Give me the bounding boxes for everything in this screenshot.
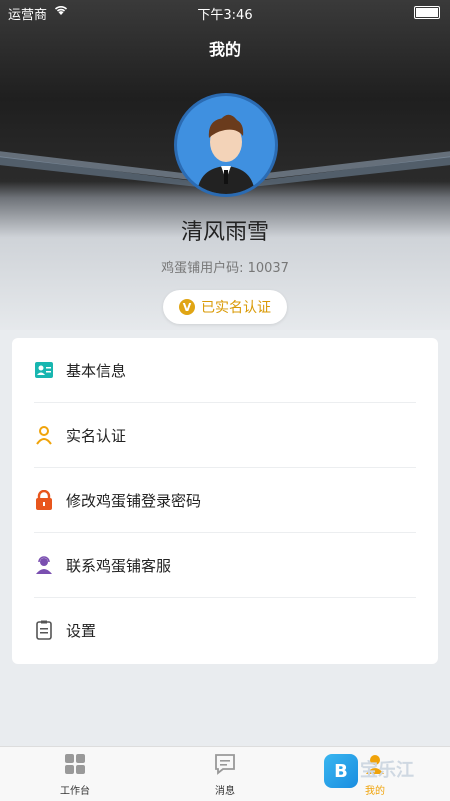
message-icon — [214, 754, 236, 778]
id-card-icon — [34, 360, 54, 380]
lock-icon — [34, 490, 54, 510]
tab-messages[interactable]: 消息 — [175, 753, 275, 797]
menu-item-contact-service[interactable]: 联系鸡蛋铺客服 — [34, 533, 416, 598]
user-outline-icon — [34, 425, 54, 445]
avatar[interactable] — [174, 93, 278, 197]
user-code: 鸡蛋铺用户码: 10037 — [161, 261, 289, 276]
menu-item-label: 修改鸡蛋铺登录密码 — [66, 491, 202, 510]
tab-label: 工作台 — [60, 786, 90, 797]
brand-logo: B — [324, 754, 358, 788]
customer-service-icon — [34, 555, 54, 575]
menu-item-label: 实名认证 — [66, 426, 127, 445]
tab-workbench[interactable]: 工作台 — [25, 753, 125, 797]
menu-item-basic-info[interactable]: 基本信息 — [34, 338, 416, 403]
menu-item-real-name-auth[interactable]: 实名认证 — [34, 403, 416, 468]
brand-watermark-text: 宝乐江 — [360, 760, 414, 781]
avatar-person-icon — [197, 114, 255, 194]
menu-item-label: 基本信息 — [66, 361, 127, 380]
menu-card: 基本信息 实名认证 修改鸡蛋铺登录密码 联系鸡蛋铺客服 设置 — [12, 338, 438, 664]
menu-item-label: 联系鸡蛋铺客服 — [66, 556, 172, 575]
verified-badge[interactable]: V 已实名认证 — [163, 290, 287, 324]
tab-label: 消息 — [215, 786, 235, 797]
verified-label: 已实名认证 — [201, 300, 271, 316]
username: 清风雨雪 — [180, 220, 269, 245]
menu-item-settings[interactable]: 设置 — [34, 598, 416, 662]
grid-icon — [64, 754, 86, 778]
menu-item-label: 设置 — [66, 621, 97, 640]
battery-icon — [414, 6, 440, 19]
status-time: 下午3:46 — [197, 8, 253, 23]
verified-v-icon: V — [179, 299, 195, 315]
status-bar: 运营商 下午3:46 — [0, 0, 450, 24]
page-title: 我的 — [208, 40, 241, 59]
menu-item-change-password[interactable]: 修改鸡蛋铺登录密码 — [34, 468, 416, 533]
settings-doc-icon — [34, 620, 54, 640]
